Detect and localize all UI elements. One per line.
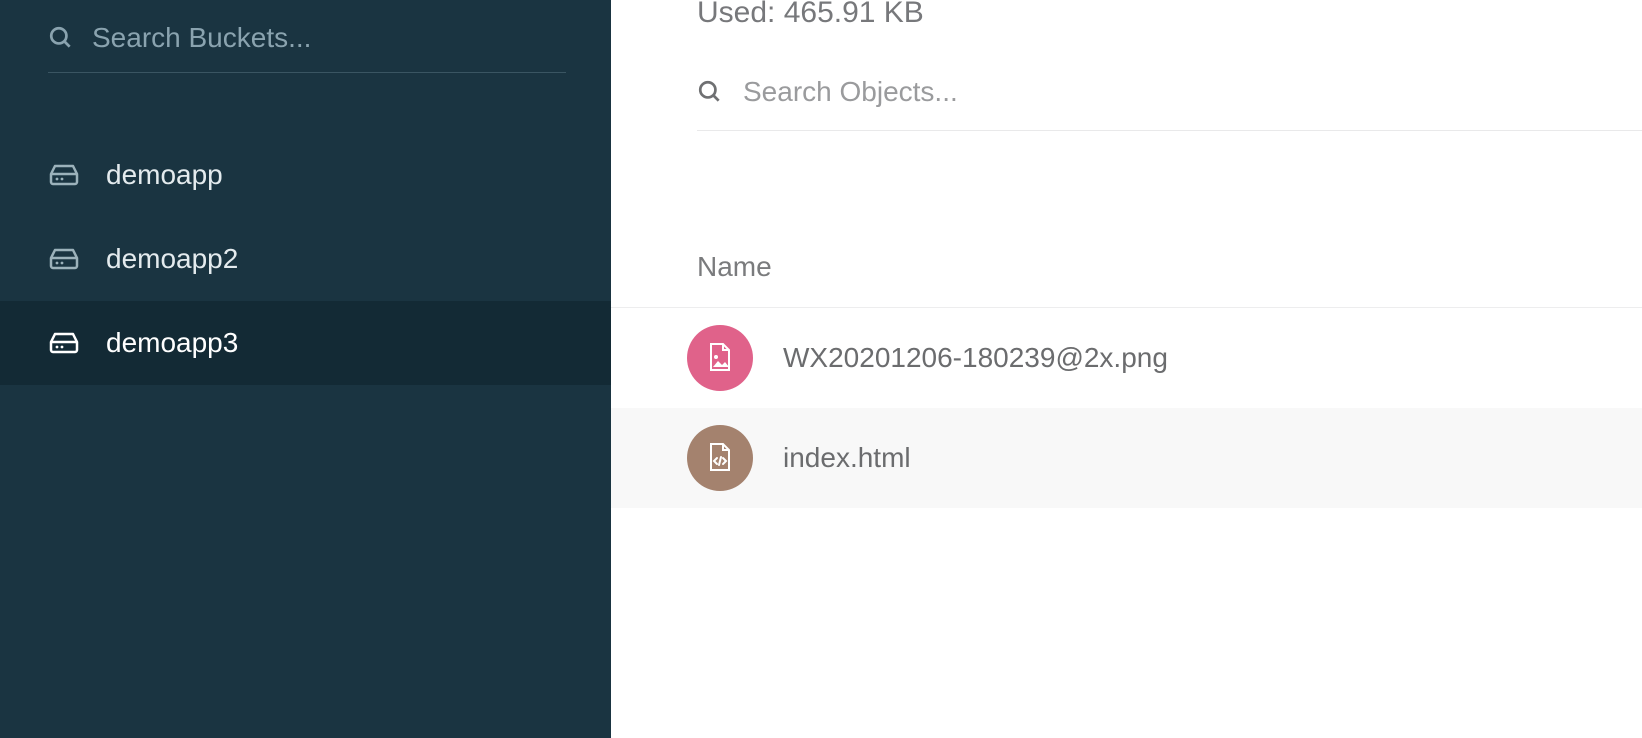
object-name: index.html bbox=[783, 442, 911, 474]
bucket-search[interactable] bbox=[48, 14, 566, 73]
image-file-icon bbox=[687, 325, 753, 391]
bucket-item-demoapp3[interactable]: demoapp3 bbox=[0, 301, 611, 385]
bucket-search-input[interactable] bbox=[92, 22, 566, 54]
hdd-icon bbox=[48, 330, 82, 356]
sidebar: demoapp demoapp2 demoapp3 bbox=[0, 0, 611, 738]
bucket-item-demoapp2[interactable]: demoapp2 bbox=[0, 217, 611, 301]
search-icon bbox=[48, 25, 74, 51]
object-list: WX20201206-180239@2x.png index.html bbox=[611, 308, 1642, 508]
object-name: WX20201206-180239@2x.png bbox=[783, 342, 1168, 374]
hdd-icon bbox=[48, 246, 82, 272]
column-header-name: Name bbox=[611, 251, 1642, 308]
hdd-icon bbox=[48, 162, 82, 188]
code-file-icon bbox=[687, 425, 753, 491]
bucket-label: demoapp3 bbox=[106, 327, 238, 359]
object-row[interactable]: index.html bbox=[611, 408, 1642, 508]
bucket-label: demoapp2 bbox=[106, 243, 238, 275]
storage-used-label: Used: 465.91 KB bbox=[611, 0, 1642, 30]
object-row[interactable]: WX20201206-180239@2x.png bbox=[611, 308, 1642, 408]
object-search-input[interactable] bbox=[743, 76, 1642, 108]
bucket-list: demoapp demoapp2 demoapp3 bbox=[0, 133, 611, 385]
bucket-item-demoapp[interactable]: demoapp bbox=[0, 133, 611, 217]
search-icon bbox=[697, 79, 723, 105]
object-search[interactable] bbox=[697, 76, 1642, 131]
main-panel: Used: 465.91 KB Name WX20201206-180239@2… bbox=[611, 0, 1642, 738]
bucket-label: demoapp bbox=[106, 159, 223, 191]
